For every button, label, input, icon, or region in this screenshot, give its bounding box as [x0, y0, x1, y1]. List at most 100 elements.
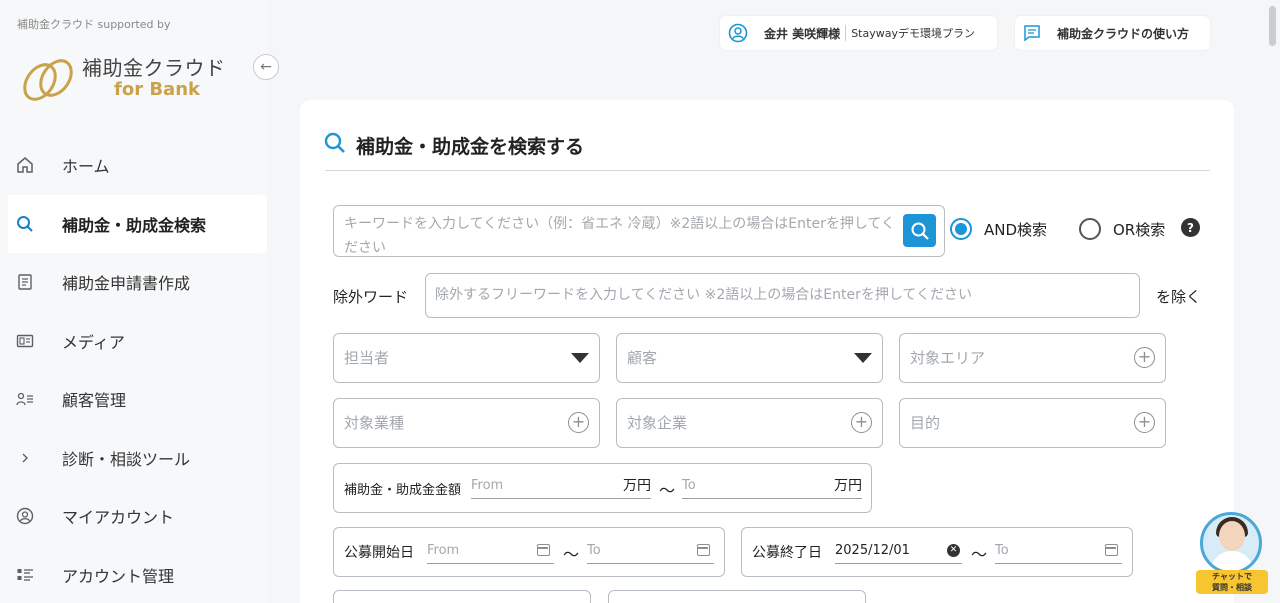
- amount-to-placeholder: To: [682, 478, 696, 493]
- end-date-to-input[interactable]: To: [995, 540, 1122, 564]
- range-tilde: 〜: [659, 481, 676, 500]
- search-icon: [16, 215, 34, 233]
- plus-circle-icon[interactable]: +: [1134, 347, 1155, 368]
- chat-label-line2: 質問・相談: [1212, 583, 1252, 592]
- sidebar-item-label: 補助金・助成金検索: [62, 215, 207, 235]
- calendar-icon[interactable]: [697, 544, 710, 556]
- sidebar-item-label: 補助金申請書作成: [62, 274, 191, 294]
- sidebar-item-diagnosis[interactable]: 診断・相談ツール: [0, 429, 267, 488]
- sidebar-item-label: ホーム: [62, 157, 110, 177]
- user-name: 金井 美咲輝様: [764, 26, 841, 41]
- and-search-radio[interactable]: AND検索: [950, 218, 1047, 240]
- amount-from-input[interactable]: From 万円: [471, 475, 651, 499]
- sidebar-item-my-account[interactable]: マイアカウント: [0, 487, 267, 546]
- amount-to-input[interactable]: To 万円: [682, 475, 862, 499]
- users-list-icon: [16, 390, 34, 408]
- document-icon: [16, 273, 34, 291]
- plan-name: Staywayデモ環境プラン: [851, 27, 975, 40]
- calendar-icon[interactable]: [537, 544, 550, 556]
- plus-circle-icon[interactable]: +: [568, 412, 589, 433]
- supported-by-text: 補助金クラウド supported by: [17, 18, 171, 31]
- clear-icon[interactable]: ✕: [947, 544, 960, 557]
- staff-select[interactable]: 担当者: [333, 333, 600, 383]
- end-date-label: 公募終了日: [752, 545, 822, 561]
- sidebar-item-media[interactable]: メディア: [0, 312, 267, 371]
- title-divider: [325, 170, 1210, 171]
- exclude-placeholder: 除外するフリーワードを入力してください ※2語以上の場合はEnterを押してくだ…: [435, 287, 972, 303]
- amount-range: 補助金・助成金金額 From 万円 〜 To 万円: [333, 463, 872, 513]
- start-date-to-input[interactable]: To: [587, 540, 714, 564]
- sidebar-item-search[interactable]: 補助金・助成金検索: [8, 194, 267, 253]
- arrow-left-icon: ←: [260, 59, 272, 75]
- sidebar-item-label: 診断・相談ツール: [62, 449, 191, 469]
- logo-subtitle: for Bank: [114, 79, 200, 100]
- exclude-word-label: 除外ワード: [333, 288, 409, 306]
- end-date-range: 公募終了日 2025/12/01 ✕ 〜 To: [741, 527, 1133, 577]
- partial-field[interactable]: [608, 590, 866, 603]
- home-icon: [16, 156, 34, 174]
- keyword-search-button[interactable]: [903, 214, 936, 247]
- amount-to-unit: 万円: [834, 478, 862, 494]
- keyword-placeholder: キーワードを入力してください（例：省エネ 冷蔵）※2語以上の場合はEnterを押…: [344, 216, 895, 256]
- sidebar-item-home[interactable]: ホーム: [0, 136, 267, 195]
- caret-down-icon: [854, 353, 872, 363]
- customer-select[interactable]: 顧客: [616, 333, 883, 383]
- chevron-right-icon: [16, 449, 34, 467]
- sidebar-item-label: メディア: [62, 332, 125, 352]
- start-date-range: 公募開始日 From 〜 To: [333, 527, 725, 577]
- target-company-placeholder: 対象企業: [627, 414, 688, 432]
- start-date-label: 公募開始日: [344, 545, 414, 561]
- newspaper-icon: [16, 332, 34, 350]
- page-title-text: 補助金・助成金を検索する: [356, 136, 585, 158]
- sidebar: 補助金クラウド supported by 補助金クラウド for Bank ← …: [0, 0, 279, 603]
- chat-support-widget[interactable]: チャットで 質問・相談: [1196, 512, 1268, 596]
- range-tilde: 〜: [563, 545, 580, 564]
- how-to-use-label: 補助金クラウドの使い方: [1057, 26, 1190, 41]
- search-icon: [911, 222, 929, 240]
- sidebar-item-application[interactable]: 補助金申請書作成: [0, 253, 267, 312]
- how-to-use-button[interactable]: 補助金クラウドの使い方: [1015, 16, 1210, 50]
- sidebar-item-account-management[interactable]: アカウント管理: [0, 546, 267, 603]
- list-icon: [16, 566, 34, 584]
- exclude-suffix: を除く: [1156, 288, 1202, 306]
- end-date-from-input[interactable]: 2025/12/01 ✕: [835, 540, 962, 564]
- amount-label: 補助金・助成金金額: [344, 483, 462, 498]
- or-search-label: OR検索: [1113, 220, 1166, 239]
- plus-circle-icon[interactable]: +: [851, 412, 872, 433]
- start-date-to-placeholder: To: [587, 543, 601, 558]
- search-card: 補助金・助成金を検索する キーワードを入力してください（例：省エネ 冷蔵）※2語…: [300, 100, 1234, 603]
- and-search-label: AND検索: [984, 220, 1048, 239]
- target-company-select[interactable]: 対象企業 +: [616, 398, 883, 448]
- collapse-sidebar-button[interactable]: ←: [253, 54, 279, 80]
- calendar-icon[interactable]: [1105, 544, 1118, 556]
- end-date-from-value: 2025/12/01: [835, 543, 910, 558]
- amount-from-unit: 万円: [623, 478, 651, 494]
- target-area-select[interactable]: 対象エリア +: [899, 333, 1166, 383]
- staff-placeholder: 担当者: [344, 349, 390, 367]
- chat-label-line1: チャットで: [1212, 572, 1252, 581]
- end-date-to-placeholder: To: [995, 543, 1009, 558]
- plus-circle-icon[interactable]: +: [1134, 412, 1155, 433]
- logo[interactable]: 補助金クラウド for Bank: [22, 50, 242, 106]
- radio-circle: [1079, 218, 1101, 240]
- help-question-icon[interactable]: ?: [1181, 218, 1200, 237]
- partial-field[interactable]: [333, 590, 591, 603]
- user-account-button[interactable]: 金井 美咲輝様 Staywayデモ環境プラン: [720, 16, 997, 50]
- keyword-input[interactable]: キーワードを入力してください（例：省エネ 冷蔵）※2語以上の場合はEnterを押…: [333, 205, 945, 257]
- exclude-word-input[interactable]: 除外するフリーワードを入力してください ※2語以上の場合はEnterを押してくだ…: [425, 273, 1140, 318]
- caret-down-icon: [571, 353, 589, 363]
- user-circle-icon: [728, 23, 748, 43]
- start-date-from-input[interactable]: From: [427, 540, 554, 564]
- page-title: 補助金・助成金を検索する: [324, 132, 584, 159]
- chat-label: チャットで 質問・相談: [1196, 570, 1268, 594]
- sidebar-item-customers[interactable]: 顧客管理: [0, 370, 267, 429]
- customer-placeholder: 顧客: [627, 349, 658, 367]
- or-search-radio[interactable]: OR検索: [1079, 218, 1165, 240]
- target-industry-select[interactable]: 対象業種 +: [333, 398, 600, 448]
- purpose-select[interactable]: 目的 +: [899, 398, 1166, 448]
- divider: [845, 25, 847, 41]
- logo-mark-icon: [23, 59, 73, 101]
- page-scrollbar[interactable]: [1269, 6, 1276, 46]
- search-icon: [324, 132, 346, 159]
- operator-avatar: [1200, 512, 1262, 574]
